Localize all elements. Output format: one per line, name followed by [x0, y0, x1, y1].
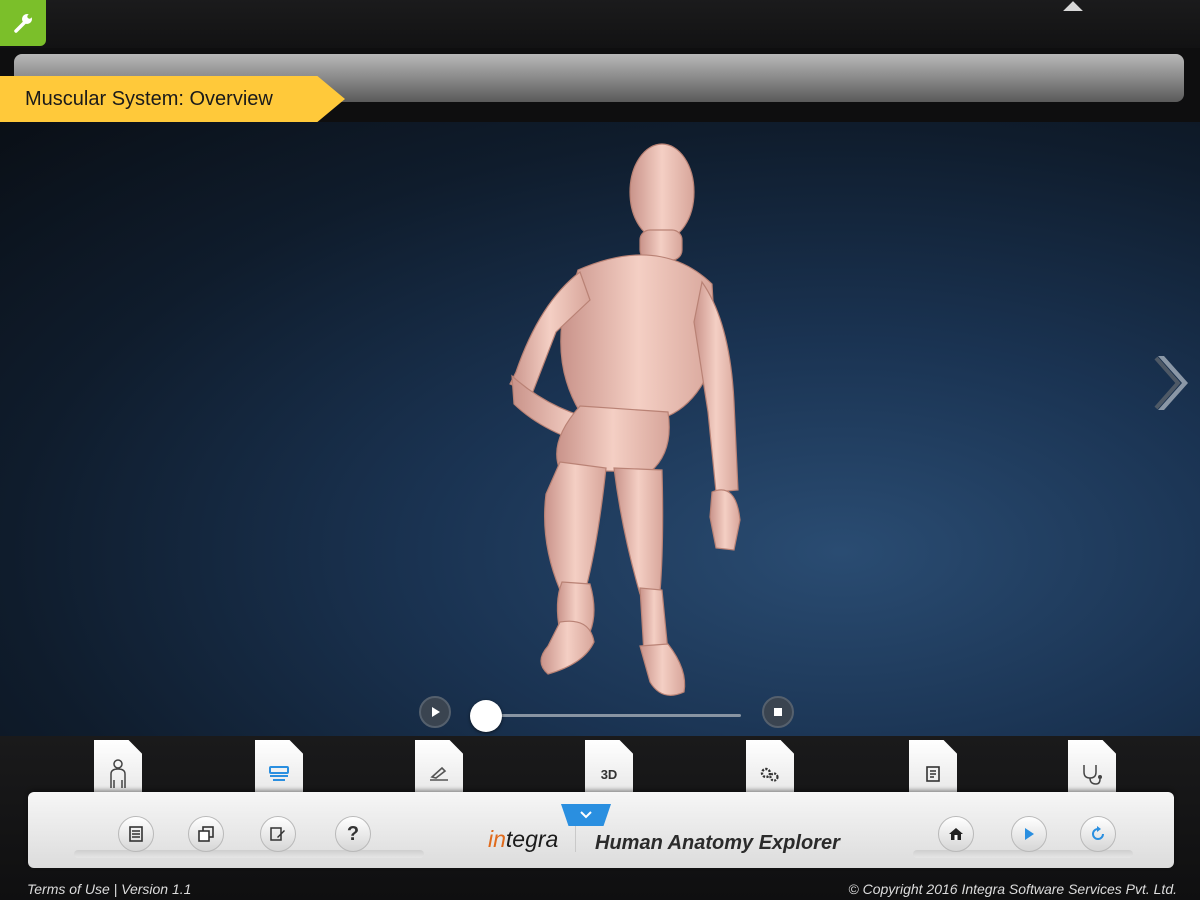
model-viewer[interactable] — [0, 122, 1200, 736]
reload-button[interactable] — [1080, 816, 1116, 852]
top-bar — [0, 0, 1200, 48]
animation-play-button[interactable] — [419, 696, 451, 728]
corner-fold-icon — [1063, 1, 1083, 21]
reload-icon — [1092, 826, 1104, 840]
animation-scrubber-handle[interactable] — [470, 700, 502, 732]
wrench-icon — [14, 14, 32, 33]
edit-icon — [270, 827, 285, 841]
menu-button[interactable] — [118, 816, 154, 852]
document-icon — [926, 766, 940, 782]
terms-version-link[interactable]: Terms of Use | Version 1.1 — [27, 881, 191, 897]
play-button[interactable] — [1011, 816, 1047, 852]
main-toolbar: ? integra Human Anatomy Explorer — [28, 792, 1174, 868]
footer: Terms of Use | Version 1.1 © Copyright 2… — [0, 878, 1200, 900]
home-button[interactable] — [938, 816, 974, 852]
view-3d-label: 3D — [600, 766, 618, 782]
human-figure-icon — [110, 759, 126, 788]
logo-accent: in — [488, 826, 506, 852]
animation-controls — [0, 692, 1200, 732]
list-icon — [129, 826, 143, 842]
human-model[interactable] — [0, 122, 1200, 736]
chevron-down-icon — [580, 811, 592, 819]
animation-progress-track[interactable] — [486, 714, 741, 717]
copy-icon — [198, 826, 214, 842]
toolbar-toggle-button[interactable] — [561, 804, 611, 826]
copy-button[interactable] — [188, 816, 224, 852]
stethoscope-icon — [1083, 765, 1102, 785]
chevron-right-icon — [1154, 356, 1188, 410]
page-title-tab: Muscular System: Overview — [0, 76, 345, 122]
play-icon — [432, 707, 440, 717]
copyright: © Copyright 2016 Integra Software Servic… — [848, 881, 1177, 897]
notes-icon — [430, 766, 448, 781]
left-tray-rail — [74, 850, 424, 858]
layers-icon — [269, 766, 289, 781]
edit-notes-button[interactable] — [260, 816, 296, 852]
question-icon: ? — [346, 822, 360, 845]
next-slide-button[interactable] — [1154, 352, 1188, 419]
integra-logo: integra — [488, 826, 558, 853]
stop-icon — [774, 708, 782, 716]
gears-icon — [760, 767, 779, 782]
app-name: Human Anatomy Explorer — [595, 832, 840, 854]
tools-button[interactable] — [0, 0, 46, 46]
bottom-dock: 3D ? integra Human Anatomy Explorer — [0, 736, 1200, 900]
animation-stop-button[interactable] — [762, 696, 794, 728]
page-title: Muscular System: Overview — [25, 87, 273, 110]
play-icon — [1025, 828, 1034, 840]
logo-text: tegra — [505, 826, 559, 852]
help-button[interactable]: ? — [335, 816, 371, 852]
home-icon — [949, 828, 963, 840]
